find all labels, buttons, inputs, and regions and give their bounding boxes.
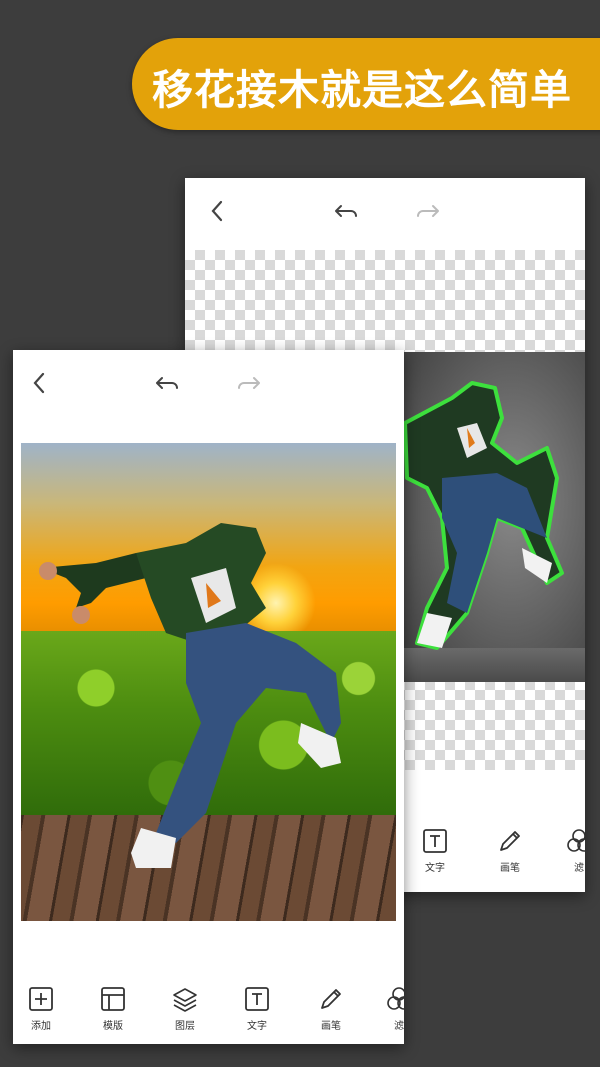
text-icon — [423, 829, 447, 853]
tool-brush[interactable]: 画笔 — [482, 828, 538, 874]
tool-text[interactable]: 文字 — [229, 986, 285, 1032]
text-icon — [245, 987, 269, 1011]
template-icon — [101, 987, 125, 1011]
top-toolbar — [185, 178, 585, 248]
tool-text-label: 文字 — [425, 863, 445, 874]
tool-template[interactable]: 模版 — [85, 986, 141, 1032]
composited-photo[interactable] — [21, 443, 396, 921]
tool-add-label: 添加 — [31, 1021, 51, 1032]
promo-banner: 移花接木就是这么简单 — [132, 38, 600, 130]
redo-icon[interactable] — [234, 368, 264, 398]
brush-icon — [500, 831, 520, 851]
filter-icon — [567, 829, 585, 852]
tool-layers-label: 图层 — [175, 1021, 195, 1032]
dancer-figure — [39, 523, 341, 868]
tool-filter[interactable]: 滤 — [551, 828, 585, 874]
add-icon — [29, 987, 53, 1011]
tool-text[interactable]: 文字 — [407, 828, 463, 874]
filter-icon — [387, 987, 404, 1010]
back-icon[interactable] — [203, 196, 233, 226]
tool-filter[interactable]: 滤 — [371, 986, 404, 1032]
selected-dancer-outline[interactable] — [397, 368, 582, 678]
tool-brush-label: 画笔 — [321, 1021, 341, 1032]
tool-add[interactable]: 添加 — [13, 986, 69, 1032]
layers-icon — [173, 988, 197, 1012]
undo-icon[interactable] — [152, 368, 182, 398]
tool-brush[interactable]: 画笔 — [303, 986, 359, 1032]
tool-layers[interactable]: 图层 — [157, 986, 213, 1032]
undo-icon[interactable] — [331, 196, 361, 226]
tool-template-label: 模版 — [103, 1021, 123, 1032]
brush-icon — [321, 989, 341, 1009]
tool-text-label: 文字 — [247, 1021, 267, 1032]
editor-screen-result: 添加 模版 图层 文字 画笔 滤 — [13, 350, 404, 1044]
tool-brush-label: 画笔 — [500, 863, 520, 874]
back-icon[interactable] — [25, 368, 55, 398]
promo-banner-text: 移花接木就是这么简单 — [152, 66, 572, 114]
redo-icon[interactable] — [413, 196, 443, 226]
top-toolbar — [13, 350, 404, 420]
tool-filter-label: 滤 — [394, 1021, 404, 1032]
tool-filter-label: 滤 — [574, 863, 584, 874]
